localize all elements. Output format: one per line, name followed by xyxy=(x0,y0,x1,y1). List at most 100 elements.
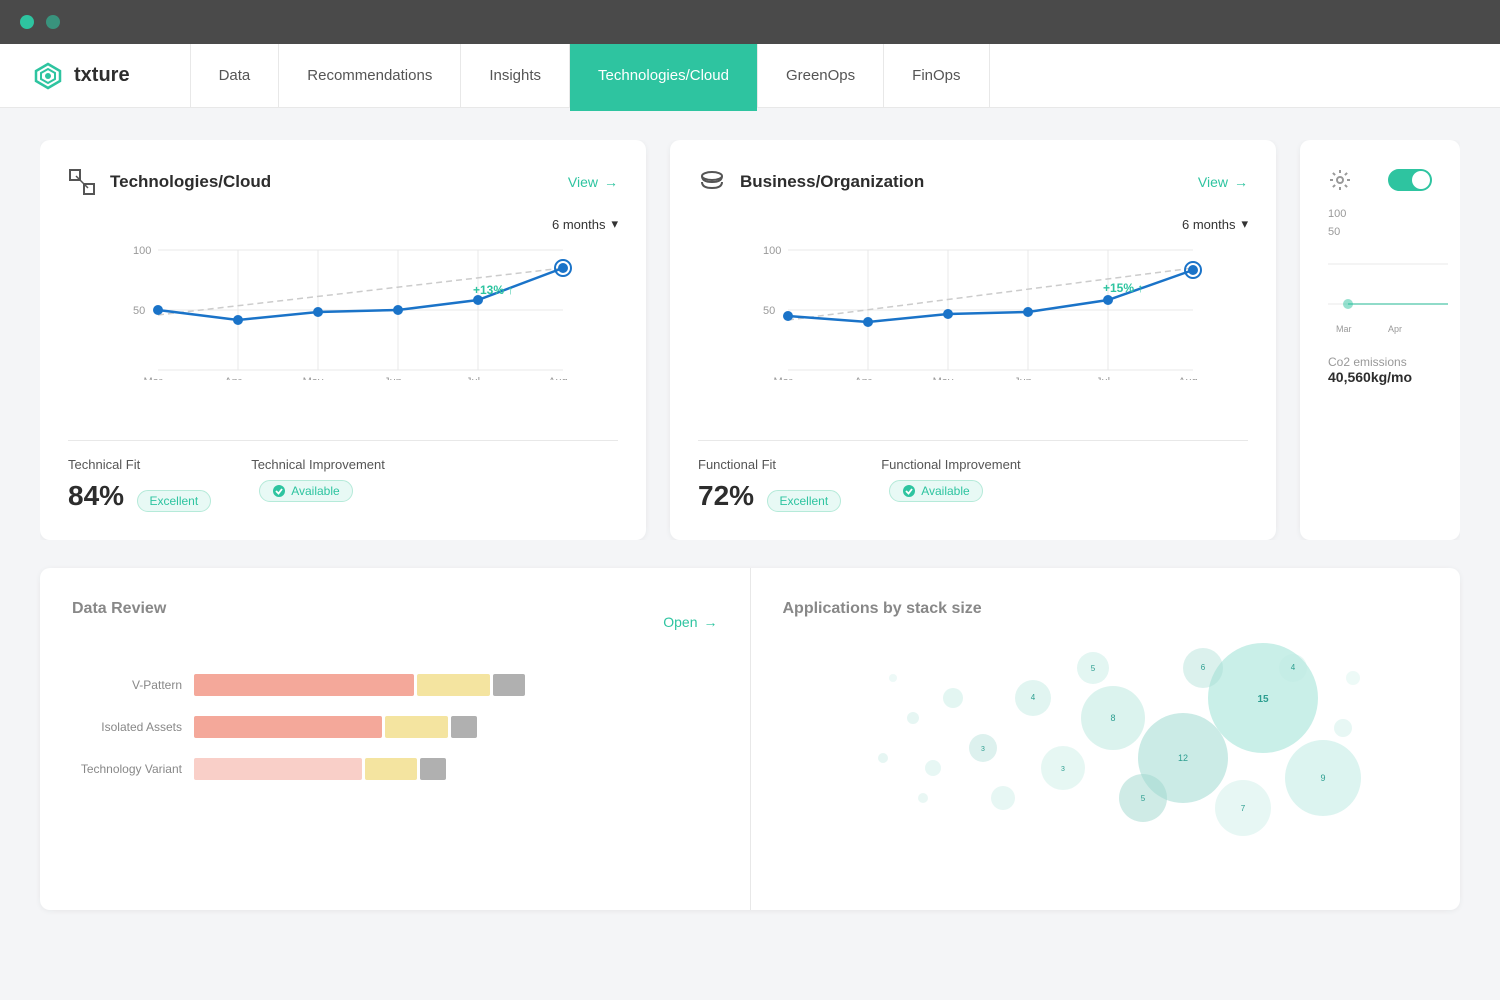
card2-title: Business/Organization xyxy=(740,172,924,192)
card1-title-area: Technologies/Cloud xyxy=(68,168,271,196)
svg-text:+13% ↑: +13% ↑ xyxy=(473,283,513,297)
bar-row-2: Technology Variant xyxy=(72,758,718,780)
svg-text:Aug: Aug xyxy=(1178,376,1198,380)
svg-text:Mar: Mar xyxy=(144,376,163,380)
card2-months-selector[interactable]: 6 months ▾ xyxy=(698,216,1248,232)
settings-icon[interactable] xyxy=(1328,168,1352,192)
nav-links: Data Recommendations Insights Technologi… xyxy=(190,44,990,107)
business-card: Business/Organization View → 6 months ▾ … xyxy=(670,140,1276,540)
main-content: Technologies/Cloud View → 6 months ▾ 100… xyxy=(0,108,1500,942)
bar-track-2 xyxy=(194,758,718,780)
data-review-section: Data Review Open → V-Pattern Isolated As… xyxy=(40,568,751,910)
card2-view-link[interactable]: View → xyxy=(1198,174,1248,190)
card1-header: Technologies/Cloud View → xyxy=(68,168,618,196)
bubble-svg: 15 12 9 8 7 5 6 4 5 4 3 3 xyxy=(783,618,1383,858)
bar-seg-0-1 xyxy=(417,674,490,696)
svg-text:Mar: Mar xyxy=(1336,324,1352,334)
bar-seg-2-2 xyxy=(420,758,446,780)
card1-chart-svg: 100 50 xyxy=(68,240,618,380)
card1-stats: Technical Fit 84% Excellent Technical Im… xyxy=(68,457,618,512)
logo-icon xyxy=(32,60,64,92)
svg-text:Aug: Aug xyxy=(548,376,568,380)
card1-excellent-badge: Excellent xyxy=(137,490,212,512)
svg-text:9: 9 xyxy=(1320,773,1325,783)
bar-label-0: V-Pattern xyxy=(72,678,182,692)
check-icon-2 xyxy=(902,484,916,498)
technologies-card: Technologies/Cloud View → 6 months ▾ 100… xyxy=(40,140,646,540)
svg-text:May: May xyxy=(303,376,324,380)
card3-stat-label: Co2 emissions xyxy=(1328,355,1432,369)
svg-text:Jul: Jul xyxy=(466,376,480,380)
topbar xyxy=(0,0,1500,44)
svg-text:50: 50 xyxy=(133,305,145,317)
card1-available-badge: Available xyxy=(259,480,352,502)
svg-text:100: 100 xyxy=(763,245,781,257)
svg-text:3: 3 xyxy=(981,746,985,753)
toggle-knob xyxy=(1412,171,1430,189)
coins-icon xyxy=(698,168,726,196)
nav-insights[interactable]: Insights xyxy=(461,44,570,108)
nav-greenops[interactable]: GreenOps xyxy=(758,44,884,108)
svg-text:5: 5 xyxy=(1090,664,1095,673)
svg-text:50: 50 xyxy=(763,305,775,317)
svg-text:Apr: Apr xyxy=(1388,324,1402,334)
bar-seg-0-2 xyxy=(493,674,524,696)
nav-recommendations[interactable]: Recommendations xyxy=(279,44,461,108)
svg-text:4: 4 xyxy=(1290,663,1295,672)
svg-text:Apr: Apr xyxy=(224,376,241,380)
bar-track-1 xyxy=(194,716,718,738)
app-stack-section: Applications by stack size xyxy=(751,568,1461,910)
card1-months-selector[interactable]: 6 months ▾ xyxy=(68,216,618,232)
nav-finops[interactable]: FinOps xyxy=(884,44,989,108)
nav-data[interactable]: Data xyxy=(190,44,280,108)
bar-seg-0-0 xyxy=(194,674,414,696)
svg-text:Jul: Jul xyxy=(1096,376,1110,380)
svg-text:+15% ↑: +15% ↑ xyxy=(1103,281,1143,295)
svg-text:100: 100 xyxy=(133,245,151,257)
bar-seg-1-1 xyxy=(385,716,448,738)
card1-chart: 100 50 xyxy=(68,240,618,420)
bottom-row: Data Review Open → V-Pattern Isolated As… xyxy=(40,568,1460,910)
svg-text:Apr: Apr xyxy=(854,376,871,380)
card2-available-badge: Available xyxy=(889,480,982,502)
card2-chart-svg: 100 50 xyxy=(698,240,1248,380)
svg-text:4: 4 xyxy=(1030,693,1035,702)
svg-text:6: 6 xyxy=(1200,663,1205,672)
svg-text:8: 8 xyxy=(1110,713,1115,723)
data-review-open-link[interactable]: Open → xyxy=(663,614,717,630)
card2-stat2: Functional Improvement Available xyxy=(881,457,1020,512)
card3-stat-value: 40,560kg/mo xyxy=(1328,369,1432,385)
svg-text:3: 3 xyxy=(1061,766,1065,773)
card2-header: Business/Organization View → xyxy=(698,168,1248,196)
check-icon xyxy=(272,484,286,498)
bar-row-1: Isolated Assets xyxy=(72,716,718,738)
svg-text:May: May xyxy=(933,376,954,380)
logo-text: txture xyxy=(74,64,130,87)
bar-row-0: V-Pattern xyxy=(72,674,718,696)
bar-seg-1-2 xyxy=(451,716,477,738)
svg-text:Jun: Jun xyxy=(1014,376,1032,380)
svg-text:Jun: Jun xyxy=(384,376,402,380)
app-stack-title: Applications by stack size xyxy=(783,600,982,617)
bar-track-0 xyxy=(194,674,718,696)
nav-technologies[interactable]: Technologies/Cloud xyxy=(570,44,758,108)
bar-seg-2-0 xyxy=(194,758,362,780)
svg-text:12: 12 xyxy=(1177,753,1187,763)
card1-view-link[interactable]: View → xyxy=(568,174,618,190)
svg-text:15: 15 xyxy=(1257,694,1269,705)
co2-card-partial: 100 50 Mar Apr Co2 emissions 40,560kg/mo xyxy=(1300,140,1460,540)
bar-label-1: Isolated Assets xyxy=(72,720,182,734)
card2-stat1: Functional Fit 72% Excellent xyxy=(698,457,841,512)
topbar-dot-1 xyxy=(20,15,34,29)
bar-seg-2-1 xyxy=(365,758,417,780)
cards-row: Technologies/Cloud View → 6 months ▾ 100… xyxy=(40,140,1460,540)
bar-seg-1-0 xyxy=(194,716,382,738)
card1-stat1: Technical Fit 84% Excellent xyxy=(68,457,211,512)
svg-text:5: 5 xyxy=(1140,794,1145,803)
card3-chart-svg: Mar Apr xyxy=(1328,254,1448,334)
card2-chart: 100 50 xyxy=(698,240,1248,420)
toggle-switch[interactable] xyxy=(1388,169,1432,191)
topbar-dot-2 xyxy=(46,15,60,29)
card1-title: Technologies/Cloud xyxy=(110,172,271,192)
expand-icon xyxy=(68,168,96,196)
